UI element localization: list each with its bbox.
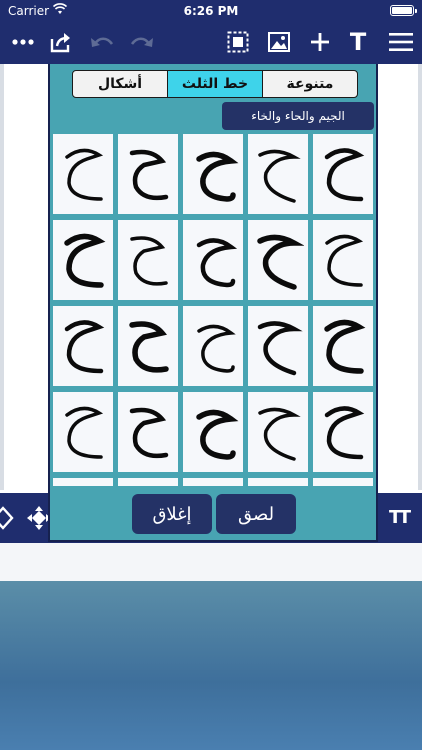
share-icon[interactable] bbox=[48, 28, 74, 56]
glyph-cell[interactable] bbox=[313, 392, 373, 472]
select-frame-icon[interactable] bbox=[226, 28, 250, 56]
haa-glyph-icon bbox=[196, 151, 239, 202]
canvas-bottom-area bbox=[0, 543, 422, 581]
haa-glyph-icon bbox=[65, 406, 104, 459]
glyph-cell[interactable] bbox=[248, 306, 308, 386]
glyph-cell[interactable] bbox=[183, 306, 243, 386]
glyph-cell[interactable] bbox=[313, 306, 373, 386]
glyph-cell[interactable] bbox=[118, 134, 178, 214]
glyph-cell[interactable] bbox=[248, 478, 308, 486]
glyph-cell[interactable] bbox=[118, 220, 178, 300]
haa-glyph-icon bbox=[258, 149, 301, 203]
glyph-picker-panel: أشكال خط الثلث متنوعة الجيم والحاء والخا… bbox=[48, 64, 378, 542]
add-icon[interactable] bbox=[309, 28, 331, 56]
haa-glyph-icon bbox=[64, 233, 106, 288]
glyph-cell[interactable] bbox=[53, 220, 113, 300]
image-icon[interactable] bbox=[267, 28, 291, 56]
canvas-right-area bbox=[378, 64, 422, 490]
haa-glyph-icon bbox=[187, 483, 239, 486]
glyph-cell[interactable] bbox=[183, 478, 243, 486]
battery-icon bbox=[390, 5, 417, 16]
glyph-cell[interactable] bbox=[53, 478, 113, 486]
glyph-cell[interactable] bbox=[53, 306, 113, 386]
haa-glyph-icon bbox=[257, 321, 303, 376]
haa-glyph-icon bbox=[257, 234, 304, 290]
glyph-cell[interactable] bbox=[248, 134, 308, 214]
more-icon[interactable] bbox=[10, 28, 36, 56]
haa-glyph-icon bbox=[324, 319, 366, 374]
diamond-icon[interactable] bbox=[0, 506, 14, 534]
close-button[interactable]: إغلاق bbox=[132, 494, 212, 534]
haa-glyph-icon bbox=[65, 148, 104, 201]
haa-glyph-icon bbox=[122, 483, 174, 486]
canvas-left-area bbox=[0, 64, 48, 490]
glyph-grid bbox=[50, 134, 376, 486]
haa-glyph-icon bbox=[258, 407, 301, 461]
haa-glyph-icon bbox=[196, 238, 238, 288]
haa-glyph-icon bbox=[57, 483, 109, 486]
top-navigation-bar: Carrier 6:26 PM T bbox=[0, 0, 422, 64]
glyph-cell[interactable] bbox=[313, 478, 373, 486]
haa-glyph-icon bbox=[317, 483, 369, 486]
panel-actions: لصق إغلاق bbox=[50, 490, 376, 540]
haa-glyph-icon bbox=[197, 324, 236, 373]
canvas-edge-right bbox=[418, 64, 422, 490]
redo-icon[interactable] bbox=[128, 28, 156, 56]
glyph-cell[interactable] bbox=[183, 220, 243, 300]
undo-icon[interactable] bbox=[88, 28, 116, 56]
paste-button[interactable]: لصق bbox=[216, 494, 296, 534]
haa-glyph-icon bbox=[64, 320, 105, 374]
glyph-cell[interactable] bbox=[118, 306, 178, 386]
glyph-cell[interactable] bbox=[313, 134, 373, 214]
haa-glyph-icon bbox=[130, 236, 168, 286]
canvas-edge-left bbox=[0, 64, 4, 490]
glyph-cell[interactable] bbox=[53, 392, 113, 472]
text-icon[interactable]: T bbox=[347, 28, 369, 56]
haa-glyph-icon bbox=[129, 407, 169, 459]
glyph-cell[interactable] bbox=[118, 478, 178, 486]
haa-glyph-icon bbox=[196, 409, 239, 460]
glyph-cell[interactable] bbox=[248, 220, 308, 300]
haa-glyph-icon bbox=[324, 148, 365, 202]
glyph-cell[interactable] bbox=[313, 220, 373, 300]
glyph-cell[interactable] bbox=[248, 392, 308, 472]
glyph-cell[interactable] bbox=[53, 134, 113, 214]
clock: 6:26 PM bbox=[183, 4, 239, 18]
tab-various[interactable]: متنوعة bbox=[262, 71, 357, 97]
text-size-icon[interactable]: TT bbox=[389, 507, 411, 528]
style-tabs: أشكال خط الثلث متنوعة bbox=[72, 70, 358, 98]
haa-glyph-icon bbox=[252, 483, 304, 486]
haa-glyph-icon bbox=[324, 406, 365, 460]
category-selector[interactable]: الجيم والحاء والخاء bbox=[222, 102, 374, 130]
haa-glyph-icon bbox=[325, 234, 364, 287]
haa-glyph-icon bbox=[129, 321, 169, 373]
menu-icon[interactable] bbox=[388, 28, 414, 56]
tab-shapes[interactable]: أشكال bbox=[73, 71, 167, 97]
glyph-cell[interactable] bbox=[183, 392, 243, 472]
glyph-cell[interactable] bbox=[118, 392, 178, 472]
status-bar: Carrier 6:26 PM bbox=[0, 0, 422, 22]
background-gradient bbox=[0, 581, 422, 750]
glyph-cell[interactable] bbox=[183, 134, 243, 214]
haa-glyph-icon bbox=[129, 149, 169, 201]
tab-thuluth[interactable]: خط الثلث bbox=[167, 71, 262, 97]
